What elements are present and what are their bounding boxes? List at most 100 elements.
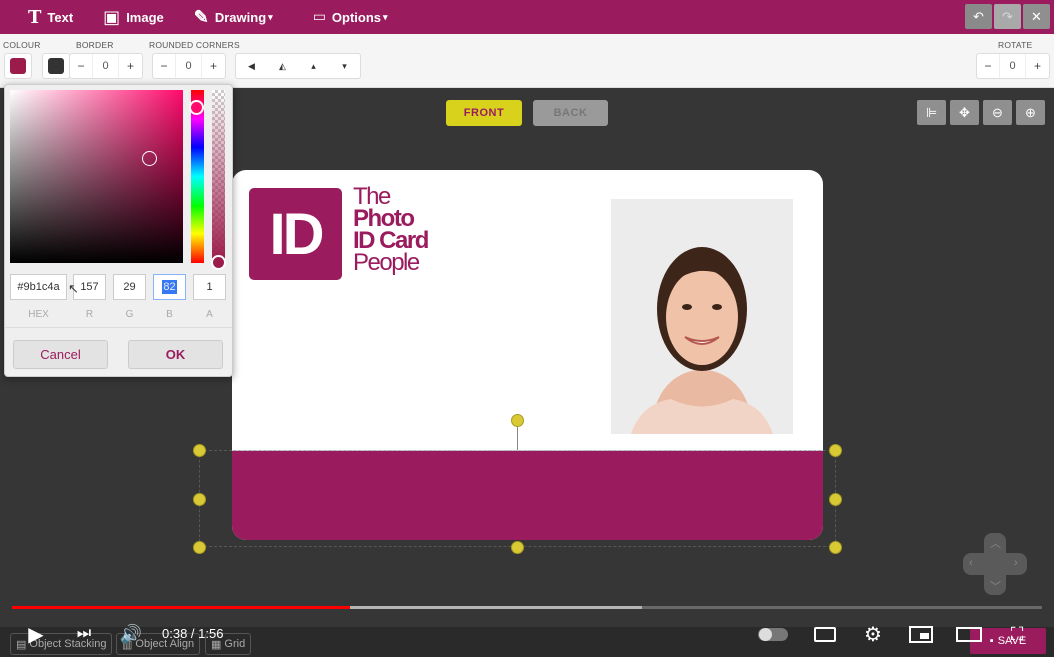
rounded-corners-stepper: − 0 + [152, 53, 226, 79]
resize-handle-bottom-right[interactable] [829, 541, 842, 554]
redo-button[interactable]: ↷ [994, 4, 1021, 29]
corner-style-group: ◀ ◭ ▴ ▾ [235, 53, 361, 79]
undo-button[interactable]: ↶ [965, 4, 992, 29]
resize-handle-bottom-mid[interactable] [511, 541, 524, 554]
border-value[interactable]: 0 [93, 54, 119, 78]
rotate-handle-stem [517, 427, 518, 450]
image-tool-label: Image [126, 9, 164, 25]
corner-bottom-icon[interactable]: ▾ [329, 54, 360, 78]
hex-field[interactable]: #9b1c4a [10, 274, 67, 300]
resize-handle-mid-left[interactable] [193, 493, 206, 506]
alpha-label: A [206, 309, 213, 320]
hex-label: HEX [28, 309, 49, 320]
resize-handle-mid-right[interactable] [829, 493, 842, 506]
rotate-stepper: − 0 + [976, 53, 1050, 79]
green-label: G [125, 309, 134, 320]
property-bar: COLOUR BORDER ROUNDED CORNERS ROTATE − 0… [0, 34, 1054, 88]
logo-wordmark: The Photo ID Card People [353, 185, 429, 276]
alpha-slider[interactable] [212, 90, 225, 263]
alpha-field[interactable]: 1 [193, 274, 226, 300]
image-tool-button[interactable]: ▣ Image [103, 7, 164, 28]
chevron-down-icon: ▾ [268, 11, 273, 22]
logo-mark: ID [249, 188, 342, 280]
nudge-right-icon[interactable]: › [1014, 557, 1018, 569]
border-increment-button[interactable]: + [119, 54, 142, 78]
nudge-down-icon[interactable]: ﹀ [990, 578, 1001, 594]
rounded-corners-label: ROUNDED CORNERS [149, 40, 240, 50]
cancel-button[interactable]: Cancel [13, 340, 108, 369]
saturation-cursor[interactable] [142, 151, 157, 166]
saturation-value-area[interactable] [10, 90, 183, 263]
close-button[interactable]: ✕ [1023, 4, 1050, 29]
ok-button[interactable]: OK [128, 340, 223, 369]
fill-colour-chip [10, 58, 26, 74]
grid-label: Grid [224, 638, 246, 650]
alpha-cursor[interactable] [211, 255, 226, 270]
options-menu-button[interactable]: ▭ Options ▾ [313, 9, 388, 25]
zoom-out-icon[interactable]: ⊖ [983, 100, 1012, 125]
green-field[interactable]: 29 [113, 274, 146, 300]
red-label: R [85, 309, 94, 320]
nudge-dpad: ︿ ﹀ ‹ › [963, 533, 1027, 595]
volume-icon[interactable]: 🔊 [118, 622, 144, 646]
border-stepper: − 0 + [69, 53, 143, 79]
corner-top-icon[interactable]: ▴ [298, 54, 329, 78]
video-played-bar [12, 606, 350, 609]
rounded-increment-button[interactable]: + [202, 54, 225, 78]
resize-handle-top-left[interactable] [193, 444, 206, 457]
selection-box [199, 450, 836, 547]
rotate-increment-button[interactable]: + [1026, 54, 1049, 78]
rotate-decrement-button[interactable]: − [977, 54, 1000, 78]
corner-left-icon[interactable]: ◀ [236, 54, 267, 78]
rotate-value[interactable]: 0 [1000, 54, 1026, 78]
border-colour-chip [48, 58, 64, 74]
redo-icon: ↷ [1002, 8, 1013, 24]
blue-field-value: 82 [162, 280, 177, 294]
canvas-tools: ⊫ ✥ ⊖ ⊕ [917, 100, 1045, 125]
rotate-handle[interactable] [511, 414, 524, 427]
text-tool-label: Text [47, 9, 74, 25]
rounded-value[interactable]: 0 [176, 54, 202, 78]
picker-divider [5, 327, 232, 328]
hue-slider[interactable] [191, 90, 204, 263]
drawing-tool-label: Drawing [214, 9, 267, 25]
front-side-button[interactable]: FRONT [446, 100, 522, 126]
drawing-tool-button[interactable]: ✎ Drawing ▾ [194, 7, 273, 28]
align-icon[interactable]: ⊫ [917, 100, 946, 125]
logo-line-4: People [353, 249, 420, 276]
corner-mirror-icon[interactable]: ◭ [267, 54, 298, 78]
top-toolbar: T Text ▣ Image ✎ Drawing ▾ ▭ Options ▾ ↶… [0, 0, 1054, 34]
border-decrement-button[interactable]: − [70, 54, 93, 78]
portrait-photo[interactable] [611, 199, 793, 434]
play-icon[interactable]: ▶ [24, 622, 48, 646]
settings-gear-icon[interactable]: ⚙ [860, 621, 886, 647]
fill-colour-swatch[interactable] [4, 53, 32, 79]
nudge-up-icon[interactable]: ︿ [990, 535, 1001, 551]
rounded-decrement-button[interactable]: − [153, 54, 176, 78]
options-menu-label: Options [331, 9, 382, 25]
zoom-in-icon[interactable]: ⊕ [1016, 100, 1045, 125]
miniplayer-icon[interactable] [907, 624, 935, 644]
blue-field[interactable]: 82 [153, 274, 186, 300]
options-icon: ▭ [312, 9, 326, 25]
save-icon: ▪ [989, 635, 994, 647]
resize-handle-bottom-left[interactable] [193, 541, 206, 554]
captions-icon[interactable] [812, 624, 838, 644]
chevron-down-icon: ▾ [383, 11, 388, 22]
move-icon[interactable]: ✥ [950, 100, 979, 125]
resize-handle-top-right[interactable] [829, 444, 842, 457]
theater-mode-icon[interactable] [955, 624, 983, 644]
text-tool-button[interactable]: T Text [28, 7, 73, 28]
text-icon: T [28, 6, 42, 28]
back-side-button[interactable]: BACK [533, 100, 608, 126]
autoplay-toggle-icon[interactable] [757, 624, 789, 644]
nudge-left-icon[interactable]: ‹ [969, 557, 973, 569]
border-label: BORDER [76, 40, 114, 50]
border-colour-swatch[interactable] [42, 53, 70, 79]
brush-icon: ✎ [193, 6, 209, 28]
fullscreen-icon[interactable]: ⛶ [1004, 622, 1030, 646]
next-video-icon[interactable]: ⏭ [72, 622, 96, 646]
image-icon: ▣ [103, 6, 121, 28]
video-time: 0:38 / 1:56 [162, 626, 224, 641]
hue-cursor[interactable] [189, 100, 204, 115]
